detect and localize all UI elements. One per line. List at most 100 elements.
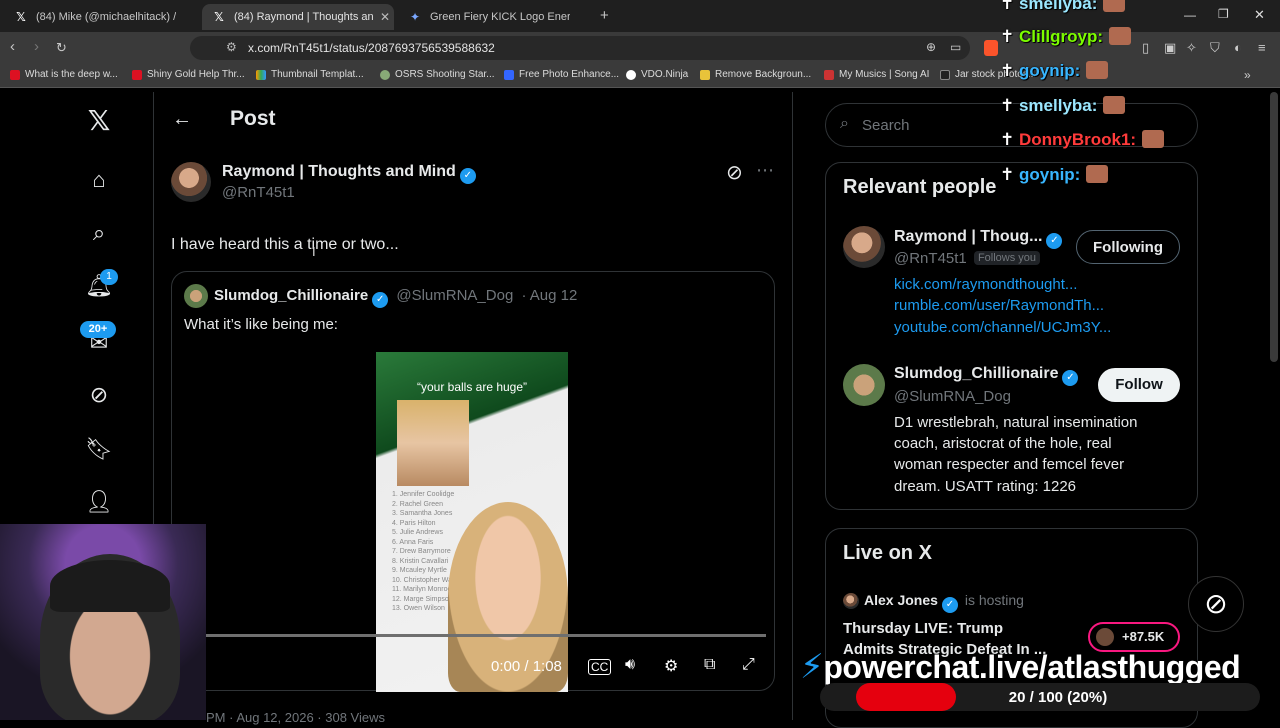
home-icon[interactable]: ⌂ — [84, 165, 114, 195]
quoted-author-handle: @SlumRNA_Dog — [396, 287, 514, 304]
bookmark-item[interactable]: Shiny Gold Help Thr... — [132, 69, 245, 80]
x-logo-icon: 𝕏 — [214, 10, 224, 24]
chat-username: Clillgroyp: — [1018, 27, 1104, 46]
page-scrollbar[interactable] — [1270, 92, 1278, 362]
powerchat-url: powerchat.live/atlasthugged — [823, 649, 1241, 685]
bookmark-favicon-icon — [380, 69, 390, 80]
video-player[interactable]: “your balls are huge” 1. Jennifer Coolid… — [376, 352, 568, 692]
grok-icon[interactable]: ⊘ — [726, 160, 743, 185]
person-bio-line: coach, aristocrat of the hole, real — [894, 435, 1112, 452]
settings-gear-icon[interactable]: ⚙ — [664, 656, 678, 676]
verified-badge-icon: ✓ — [372, 292, 389, 308]
brave-shield-icon[interactable] — [984, 40, 998, 56]
bookmark-item[interactable]: VDO.Ninja — [626, 69, 688, 80]
close-window-icon[interactable]: ✕ — [1254, 7, 1265, 23]
following-button[interactable]: Following — [1076, 230, 1180, 264]
more-bookmarks-icon[interactable]: » — [1244, 68, 1251, 82]
wallet-icon[interactable]: ▣ — [1164, 40, 1176, 56]
video-still-image — [397, 400, 469, 486]
live-host-row[interactable]: Alex Jones ✓ is hosting — [864, 592, 1024, 613]
profile-icon[interactable]: 👤︎ — [84, 487, 114, 517]
forward-icon[interactable]: › — [34, 38, 39, 55]
bookmark-item[interactable]: What is the deep w... — [10, 69, 118, 80]
lightning-icon: ⚡︎ — [800, 648, 824, 686]
video-list-item: 2. Rachel Green — [392, 500, 443, 508]
search-icon: ⌕ — [840, 115, 849, 132]
person-name-row[interactable]: Slumdog_Chillionaire ✓ — [894, 365, 1079, 386]
video-seek-bar[interactable] — [206, 634, 766, 637]
profile-link[interactable]: rumble.com/user/RaymondTh... — [894, 297, 1104, 314]
cast-icon[interactable]: ▭ — [950, 40, 961, 54]
search-icon[interactable]: ⌕ — [84, 218, 114, 248]
bookmark-item[interactable]: OSRS Shooting Star... — [380, 69, 495, 80]
bookmark-item[interactable]: Thumbnail Templat... — [256, 69, 364, 80]
more-options-icon[interactable]: ⋯ — [756, 160, 774, 181]
bookmark-item[interactable]: Remove Backgroun... — [700, 69, 811, 80]
bookmark-item[interactable]: My Musics | Song AI — [824, 69, 929, 80]
author-avatar[interactable] — [171, 162, 211, 202]
notification-badge: 1 — [100, 269, 118, 285]
bookmark-label: VDO.Ninja — [641, 69, 689, 80]
person-avatar[interactable] — [843, 364, 885, 406]
quoted-author-avatar[interactable] — [184, 284, 208, 308]
browser-tab[interactable]: 𝕏 (84) Mike (@michaelhitack) / X — [4, 4, 200, 30]
back-icon[interactable]: ‹ — [10, 38, 15, 55]
bookmark-label: OSRS Shooting Star... — [395, 69, 495, 80]
sidebar-icon[interactable]: ▯ — [1142, 40, 1149, 56]
profile-icon[interactable]: ◐ — [1234, 40, 1242, 55]
messages-badge: 20+ — [80, 321, 116, 338]
address-bar[interactable]: ⚙ x.com/RnT45t1/status/20876937565395886… — [190, 36, 970, 60]
site-info-icon[interactable]: ⚙ — [226, 40, 237, 54]
person-name-row[interactable]: Raymond | Thoug... ✓ — [894, 228, 1063, 249]
x-logo-icon[interactable]: 𝕏 — [84, 106, 114, 136]
new-tab-icon[interactable]: + — [600, 7, 609, 24]
captions-icon[interactable]: CC — [588, 659, 612, 675]
chat-emote-icon — [1103, 0, 1126, 12]
live-host-avatar[interactable] — [843, 593, 859, 609]
menu-icon[interactable]: ≡ — [1258, 40, 1266, 55]
person-handle-row: @RnT45t1 Follows you — [894, 250, 1041, 267]
close-tab-icon[interactable]: ✕ — [380, 10, 390, 24]
video-list-item: 1. Jennifer Coolidge — [392, 491, 455, 498]
tab-label: (84) Mike (@michaelhitack) / X — [36, 11, 176, 23]
chat-username: goynip: — [1018, 165, 1081, 184]
live-title-line[interactable]: Thursday LIVE: Trump — [843, 620, 1003, 637]
ai-icon[interactable]: ✧ — [1186, 40, 1197, 56]
x-logo-icon: 𝕏 — [16, 10, 26, 24]
volume-icon[interactable]: 🔊︎ — [625, 656, 635, 674]
reload-icon[interactable]: ↻ — [56, 40, 67, 56]
quoted-post-text: What it’s like being me: — [184, 316, 338, 333]
profile-link[interactable]: youtube.com/channel/UCJm3Y... — [894, 319, 1111, 336]
restore-icon[interactable]: ❐ — [1218, 7, 1229, 21]
browser-tab[interactable]: ✦ Green Fiery KICK Logo Energy - Goo — [398, 4, 594, 30]
url-text: x.com/RnT45t1/status/2087693756539588632 — [248, 41, 495, 55]
follow-button[interactable]: Follow — [1098, 368, 1180, 402]
post-text: I have heard this a time or two... — [171, 236, 399, 253]
author-name-row[interactable]: Raymond | Thoughts and Mind ✓ — [222, 163, 476, 184]
chat-badge-icon: ✝ — [1000, 0, 1019, 13]
chat-emote-icon — [1109, 27, 1132, 45]
webcam-cap — [50, 560, 170, 612]
bookmark-label: Remove Backgroun... — [715, 69, 812, 80]
picture-in-picture-icon[interactable]: ⧉ — [704, 656, 715, 674]
back-arrow-icon[interactable]: ← — [172, 108, 192, 131]
vpn-icon[interactable]: ⛉ — [1210, 40, 1220, 56]
person-avatar[interactable] — [843, 226, 885, 268]
bookmark-item[interactable]: Free Photo Enhance... — [504, 69, 619, 80]
quoted-author-row[interactable]: Slumdog_Chillionaire ✓ @SlumRNA_Dog · Aug… — [214, 287, 577, 308]
browser-tab-active[interactable]: 𝕏 (84) Raymond | Thoughts and M ✕ — [202, 4, 394, 30]
bookmarks-icon[interactable]: 🔖︎ — [84, 434, 114, 464]
grok-icon[interactable]: ⊘ — [84, 380, 114, 410]
chat-message: ✝ smellyba: — [1000, 0, 1126, 14]
minimize-icon[interactable]: — — [1184, 8, 1196, 22]
grok-floating-button[interactable]: ⊘ — [1188, 576, 1244, 632]
bookmark-label: My Musics | Song AI — [839, 69, 930, 80]
fullscreen-icon[interactable]: ⤢ — [742, 656, 755, 674]
author-handle[interactable]: @RnT45t1 — [222, 184, 295, 201]
post-timestamp-views: PM · Aug 12, 2026 · 308 Views — [206, 710, 385, 725]
relevant-people-title: Relevant people — [843, 176, 997, 198]
bookmark-label: Free Photo Enhance... — [519, 69, 620, 80]
zoom-icon[interactable]: ⊕ — [926, 40, 936, 54]
gemini-icon: ✦ — [409, 10, 421, 24]
profile-link[interactable]: kick.com/raymondthought... — [894, 276, 1077, 293]
